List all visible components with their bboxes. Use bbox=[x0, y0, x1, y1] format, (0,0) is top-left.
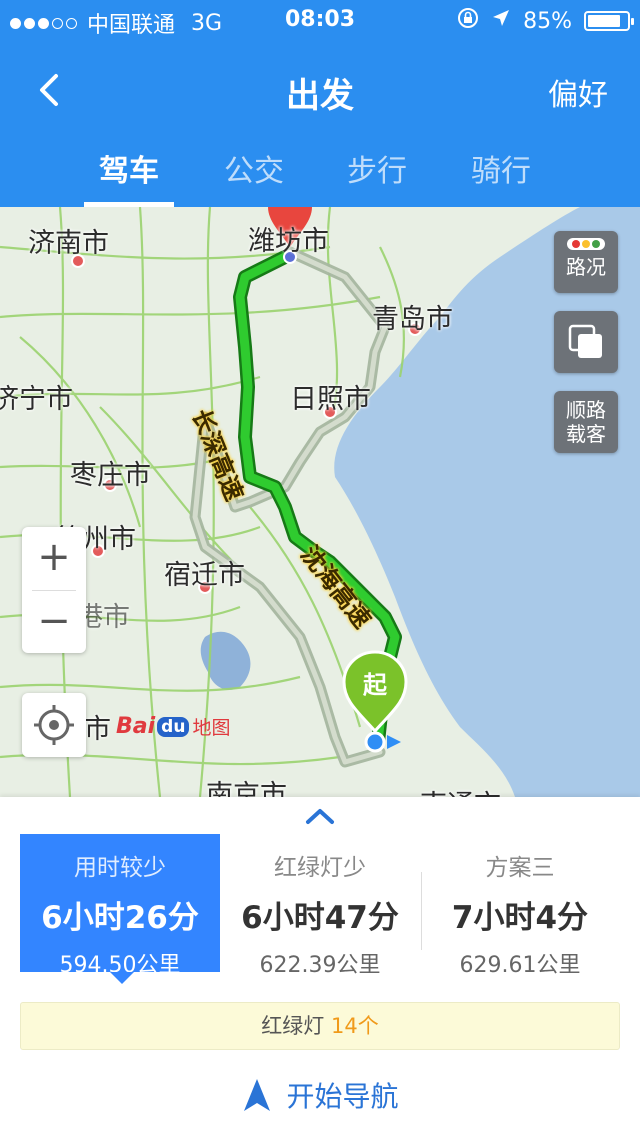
route-distance: 622.39公里 bbox=[259, 953, 381, 978]
route-title: 方案三 bbox=[485, 855, 555, 881]
navigation-arrow-icon bbox=[243, 1079, 270, 1111]
rotation-lock-icon bbox=[457, 7, 479, 35]
crosshair-icon bbox=[34, 705, 74, 745]
tab-cycling[interactable]: 骑行 bbox=[431, 146, 571, 190]
traffic-light-icon bbox=[567, 238, 605, 250]
zoom-controls: + − bbox=[22, 527, 86, 653]
route-option-3[interactable]: 方案三 7小时4分 629.61公里 bbox=[420, 834, 620, 978]
tab-transit[interactable]: 公交 bbox=[184, 146, 324, 190]
page-title: 出发 bbox=[286, 76, 354, 116]
layers-icon bbox=[568, 324, 602, 358]
traffic-light-label: 红绿灯 bbox=[261, 1014, 325, 1038]
locate-me-button[interactable] bbox=[22, 693, 86, 757]
city-label: 南通市 bbox=[420, 783, 501, 797]
start-marker-label: 起 bbox=[363, 671, 387, 699]
expand-panel-button[interactable] bbox=[304, 807, 336, 825]
back-button[interactable] bbox=[30, 70, 70, 110]
city-label: 日照市 bbox=[290, 384, 371, 415]
city-label: 宿迁市 bbox=[164, 560, 245, 591]
traffic-toggle-button[interactable]: 路况 bbox=[554, 231, 618, 293]
tab-driving[interactable]: 驾车 bbox=[59, 146, 199, 190]
route-option-1[interactable]: 用时较少 6小时26分 594.50公里 bbox=[20, 834, 220, 984]
battery-icon bbox=[584, 11, 634, 31]
chevron-up-icon bbox=[306, 809, 334, 824]
route-title: 用时较少 bbox=[74, 855, 166, 881]
start-navigation-label: 开始导航 bbox=[286, 1080, 399, 1113]
route-panel: 用时较少 6小时26分 594.50公里 红绿灯少 6小时47分 622.39公… bbox=[0, 797, 640, 1136]
header: 中国联通 3G 08:03 85% 出发 偏好 驾车 公交 步行 骑行 bbox=[0, 0, 640, 207]
route-title: 红绿灯少 bbox=[274, 855, 366, 881]
route-duration: 6小时26分 bbox=[41, 900, 199, 936]
logo-du: du bbox=[157, 716, 190, 737]
location-arrow-icon bbox=[491, 8, 511, 34]
chevron-left-icon bbox=[40, 74, 58, 106]
ride-share-button[interactable]: 顺路载客 bbox=[554, 391, 618, 453]
map-view[interactable]: 济南市 潍坊市 青岛市 济宁市 日照市 枣庄市 徐州市 宿迁市 淮安市 南京市 … bbox=[0, 207, 640, 797]
zoom-out-button[interactable]: − bbox=[22, 591, 86, 653]
preferences-button[interactable]: 偏好 bbox=[548, 70, 608, 114]
route-option-2[interactable]: 红绿灯少 6小时47分 622.39公里 bbox=[220, 834, 420, 978]
zoom-in-button[interactable]: + bbox=[22, 527, 86, 589]
logo-bai: Bai bbox=[116, 714, 156, 739]
route-duration: 7小时4分 bbox=[451, 900, 589, 936]
route-duration: 6小时47分 bbox=[241, 900, 399, 936]
traffic-light-summary: 红绿灯 14个 bbox=[20, 1002, 620, 1050]
transport-tabs: 驾车 公交 步行 骑行 bbox=[0, 140, 640, 207]
ride-share-label: 顺路载客 bbox=[566, 398, 606, 446]
battery-percent: 85% bbox=[523, 8, 572, 34]
traffic-label: 路况 bbox=[566, 255, 606, 279]
status-bar: 中国联通 3G 08:03 85% bbox=[0, 0, 640, 40]
baidu-map-logo: Bai du 地图 bbox=[116, 713, 230, 740]
tab-walking[interactable]: 步行 bbox=[307, 146, 447, 190]
city-label: 济宁市 bbox=[0, 384, 73, 415]
city-label: 南京市 bbox=[206, 780, 287, 797]
logo-ditu: 地图 bbox=[192, 717, 231, 739]
city-label: 济南市 bbox=[28, 228, 109, 259]
route-distance: 594.50公里 bbox=[59, 953, 181, 978]
route-distance: 629.61公里 bbox=[459, 953, 581, 978]
nav-bar: 出发 偏好 bbox=[0, 50, 640, 130]
city-label: 潍坊市 bbox=[248, 226, 329, 257]
city-label: 枣庄市 bbox=[70, 460, 151, 491]
map-layers-button[interactable] bbox=[554, 311, 618, 373]
city-label: 青岛市 bbox=[372, 304, 453, 335]
traffic-light-count: 14个 bbox=[330, 1014, 379, 1038]
start-navigation-button[interactable]: 开始导航 bbox=[0, 1075, 640, 1115]
